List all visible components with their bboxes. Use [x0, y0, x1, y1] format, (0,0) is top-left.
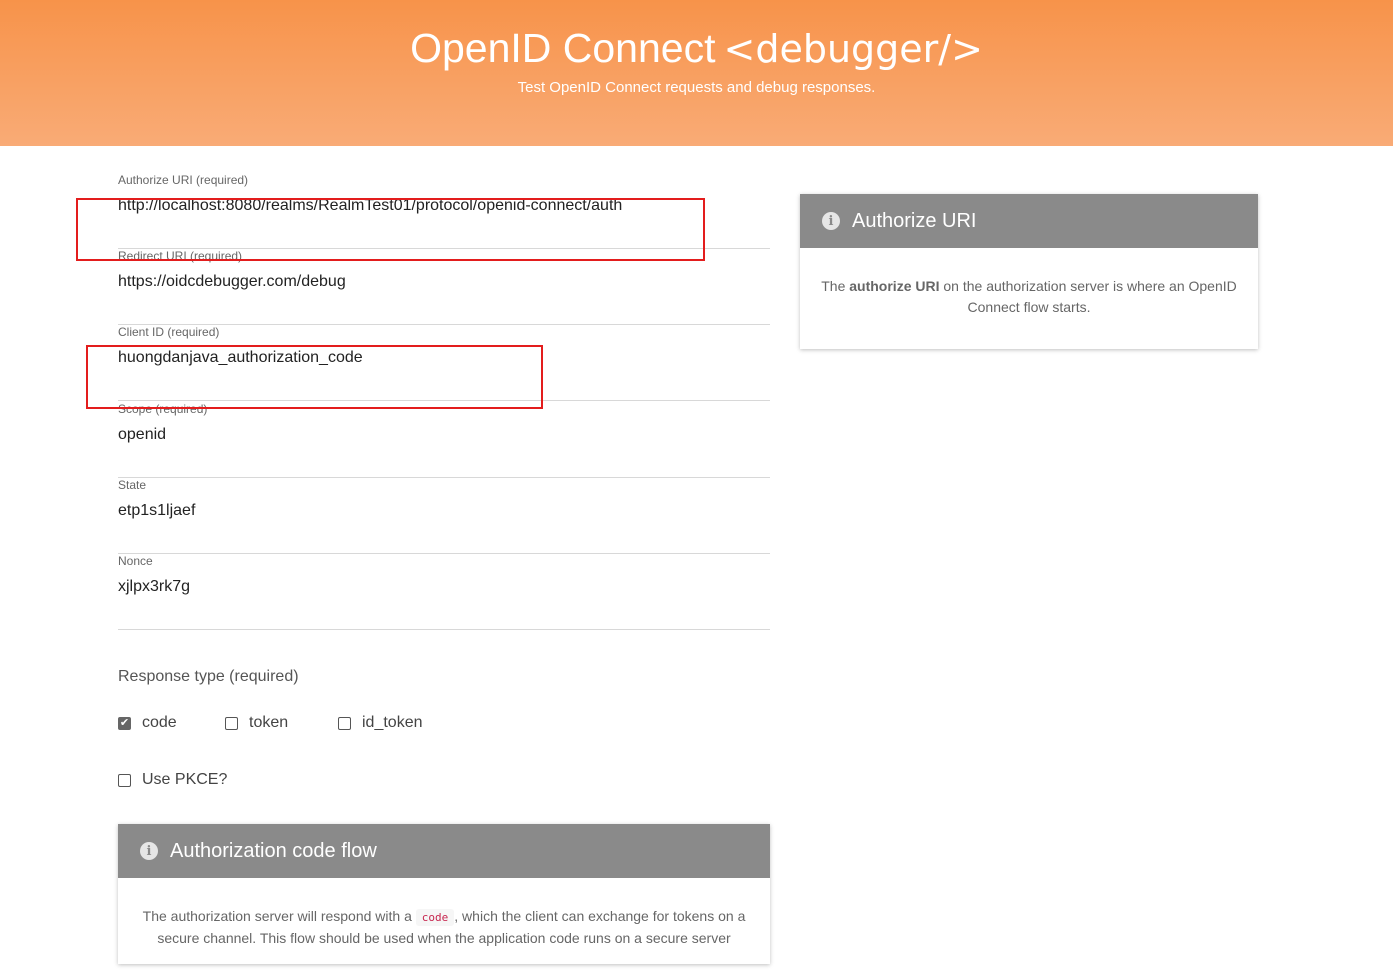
- response-type-code-option[interactable]: ✔ code: [118, 712, 177, 734]
- info-icon: i: [140, 842, 158, 860]
- nonce-field: Nonce: [118, 554, 770, 630]
- code-checkbox[interactable]: ✔: [118, 716, 131, 730]
- flow-card-header: i Authorization code flow: [118, 824, 770, 878]
- use-pkce-option[interactable]: Use PKCE?: [118, 769, 227, 791]
- redirect-uri-input[interactable]: [118, 267, 770, 297]
- flow-card-code: code: [415, 909, 455, 926]
- token-option-label: token: [249, 714, 289, 731]
- state-label: State: [118, 478, 147, 492]
- page-header: OpenID Connect <debugger/> Test OpenID Co…: [0, 0, 1393, 146]
- response-type-id-token-option[interactable]: id_token: [338, 712, 423, 734]
- highlight-box-authorize-uri: [76, 198, 705, 261]
- scope-field: Scope (required): [118, 402, 770, 478]
- brand-tag: <debugger/>: [723, 27, 983, 71]
- info-card-text-bold: authorize URI: [849, 278, 940, 294]
- authorize-uri-label: Authorize URI (required): [118, 173, 249, 187]
- code-option-label: code: [142, 714, 177, 731]
- nonce-label: Nonce: [118, 554, 153, 568]
- use-pkce-label: Use PKCE?: [142, 771, 228, 788]
- info-card-text-suffix: on the authorization server is where an …: [939, 278, 1237, 315]
- client-id-label: Client ID (required): [118, 325, 220, 339]
- use-pkce-checkbox[interactable]: [118, 773, 131, 787]
- authorization-code-flow-card: i Authorization code flow The authorizat…: [118, 824, 770, 964]
- page-title: OpenID Connect <debugger/>: [0, 24, 1393, 73]
- id-token-checkbox[interactable]: [338, 716, 351, 730]
- info-card-title: Authorize URI: [852, 209, 977, 232]
- state-input[interactable]: [118, 496, 770, 526]
- state-field: State: [118, 478, 770, 554]
- page-subtitle: Test OpenID Connect requests and debug r…: [517, 79, 876, 96]
- flow-card-title: Authorization code flow: [170, 839, 377, 862]
- scope-input[interactable]: [118, 420, 770, 450]
- response-type-label: Response type (required): [118, 668, 299, 685]
- highlight-box-client-id: [86, 345, 543, 409]
- response-type-token-option[interactable]: token: [225, 712, 288, 734]
- flow-card-body: The authorization server will respond wi…: [118, 878, 770, 977]
- brand-name: OpenID Connect: [410, 25, 716, 71]
- token-checkbox[interactable]: [225, 716, 238, 730]
- info-card-header: i Authorize URI: [800, 194, 1258, 248]
- info-card-text-prefix: The: [821, 278, 850, 294]
- nonce-input[interactable]: [118, 572, 770, 602]
- info-card-body: The authorize URI on the authorization s…: [800, 248, 1258, 346]
- info-icon: i: [822, 212, 840, 230]
- authorize-uri-info-card: i Authorize URI The authorize URI on the…: [800, 194, 1258, 349]
- id-token-option-label: id_token: [362, 714, 423, 731]
- flow-card-text-prefix: The authorization server will respond wi…: [142, 908, 412, 924]
